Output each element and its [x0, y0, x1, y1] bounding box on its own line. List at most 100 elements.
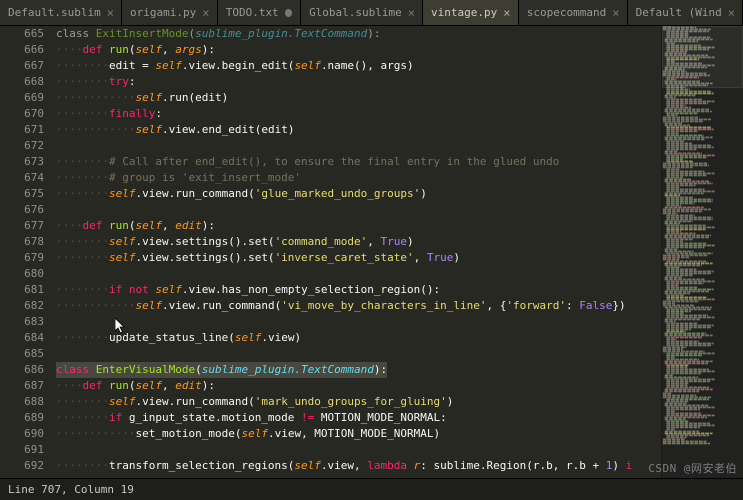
- code-line: ········transform_selection_regions(self…: [56, 458, 661, 474]
- code-line: class ExitInsertMode(sublime_plugin.Text…: [56, 26, 661, 42]
- line-number: 677: [0, 218, 44, 234]
- line-number: 671: [0, 122, 44, 138]
- code-line: ····def run(self, edit):: [56, 378, 661, 394]
- minimap[interactable]: ████ ████ ████ ████ ████ ████ ████ ████ …: [661, 26, 743, 478]
- whitespace-indicator: ············: [56, 427, 135, 440]
- line-number: 686: [0, 362, 44, 378]
- code-line: ····def run(self, args):: [56, 42, 661, 58]
- whitespace-indicator: ········: [56, 283, 109, 296]
- code-line: [56, 138, 661, 154]
- tab-label: TODO.txt: [226, 6, 279, 19]
- tab-6[interactable]: Default (Wind ×: [628, 0, 743, 25]
- status-cursor-position: Line 707, Column 19: [8, 483, 134, 496]
- whitespace-indicator: ····: [56, 43, 83, 56]
- close-icon[interactable]: ×: [503, 6, 510, 20]
- line-number: 672: [0, 138, 44, 154]
- line-number: 690: [0, 426, 44, 442]
- code-line: ············self.view.run_command('vi_mo…: [56, 298, 661, 314]
- code-line: ····def run(self, edit):: [56, 218, 661, 234]
- code-line: class EnterVisualMode(sublime_plugin.Tex…: [56, 362, 387, 378]
- code-line: ············set_motion_mode(self.view, M…: [56, 426, 661, 442]
- tab-1[interactable]: origami.py ×: [122, 0, 218, 25]
- code-line: ············self.view.end_edit(edit): [56, 122, 661, 138]
- whitespace-indicator: ········: [56, 155, 109, 168]
- line-number: 679: [0, 250, 44, 266]
- close-icon[interactable]: ×: [107, 6, 114, 20]
- whitespace-indicator: ········: [56, 395, 109, 408]
- line-number: 688: [0, 394, 44, 410]
- code-line: [56, 202, 661, 218]
- tab-0[interactable]: Default.sublim ×: [0, 0, 122, 25]
- whitespace-indicator: ············: [56, 91, 135, 104]
- line-number: 687: [0, 378, 44, 394]
- whitespace-indicator: ········: [56, 459, 109, 472]
- dirty-indicator-icon: [285, 9, 292, 17]
- close-icon[interactable]: ×: [202, 6, 209, 20]
- whitespace-indicator: ········: [56, 59, 109, 72]
- line-number: 692: [0, 458, 44, 474]
- tab-5[interactable]: scopecommand ×: [519, 0, 628, 25]
- code-line: [56, 266, 661, 282]
- line-number: 680: [0, 266, 44, 282]
- minimap-viewport[interactable]: [662, 26, 743, 88]
- code-line: ············self.run(edit): [56, 90, 661, 106]
- whitespace-indicator: ········: [56, 75, 109, 88]
- tab-label: Default (Wind: [636, 6, 722, 19]
- editor-area: 6656666676686696706716726736746756766776…: [0, 26, 743, 478]
- code-line: ········self.view.run_command('glue_mark…: [56, 186, 661, 202]
- tab-bar: Default.sublim × origami.py × TODO.txt Global…: [0, 0, 743, 26]
- code-line: ········self.view.settings().set('invers…: [56, 250, 661, 266]
- line-number: 684: [0, 330, 44, 346]
- tab-label: Default.sublim: [8, 6, 101, 19]
- line-number: 675: [0, 186, 44, 202]
- code-line: ········if g_input_state.motion_mode != …: [56, 410, 661, 426]
- line-number: 682: [0, 298, 44, 314]
- close-icon[interactable]: ×: [612, 6, 619, 20]
- line-number: 674: [0, 170, 44, 186]
- line-gutter: 6656666676686696706716726736746756766776…: [0, 26, 54, 478]
- code-line: ········self.view.run_command('mark_undo…: [56, 394, 661, 410]
- tab-label: origami.py: [130, 6, 196, 19]
- close-icon[interactable]: ×: [408, 6, 415, 20]
- code-line: ········# Call after end_edit(), to ensu…: [56, 154, 661, 170]
- whitespace-indicator: ········: [56, 187, 109, 200]
- line-number: 683: [0, 314, 44, 330]
- status-bar: Line 707, Column 19: [0, 478, 743, 500]
- tab-label: scopecommand: [527, 6, 606, 19]
- tab-label: Global.sublime: [309, 6, 402, 19]
- code-line: ········finally:: [56, 106, 661, 122]
- tab-4[interactable]: vintage.py ×: [423, 0, 519, 25]
- code-line: ········self.view.settings().set('comman…: [56, 234, 661, 250]
- code-line: [56, 346, 661, 362]
- line-number: 685: [0, 346, 44, 362]
- tab-3[interactable]: Global.sublime ×: [301, 0, 423, 25]
- tab-label: vintage.py: [431, 6, 497, 19]
- code-line: ········if not self.view.has_non_empty_s…: [56, 282, 661, 298]
- code-line: ········try:: [56, 74, 661, 90]
- whitespace-indicator: ············: [56, 123, 135, 136]
- whitespace-indicator: ············: [56, 299, 135, 312]
- code-line: ········update_status_line(self.view): [56, 330, 661, 346]
- code-view[interactable]: class ExitInsertMode(sublime_plugin.Text…: [54, 26, 661, 478]
- whitespace-indicator: ····: [56, 379, 83, 392]
- tab-2[interactable]: TODO.txt: [218, 0, 301, 25]
- line-number: 673: [0, 154, 44, 170]
- close-icon[interactable]: ×: [728, 6, 735, 20]
- whitespace-indicator: ········: [56, 107, 109, 120]
- line-number: 691: [0, 442, 44, 458]
- code-line: ········edit = self.view.begin_edit(self…: [56, 58, 661, 74]
- code-line: ········# group is 'exit_insert_mode': [56, 170, 661, 186]
- line-number: 689: [0, 410, 44, 426]
- whitespace-indicator: ········: [56, 331, 109, 344]
- line-number: 665: [0, 26, 44, 42]
- whitespace-indicator: ········: [56, 171, 109, 184]
- line-number: 668: [0, 74, 44, 90]
- line-number: 669: [0, 90, 44, 106]
- line-number: 681: [0, 282, 44, 298]
- line-number: 666: [0, 42, 44, 58]
- line-number: 676: [0, 202, 44, 218]
- whitespace-indicator: ····: [56, 219, 83, 232]
- line-number: 670: [0, 106, 44, 122]
- whitespace-indicator: ········: [56, 251, 109, 264]
- line-number: 678: [0, 234, 44, 250]
